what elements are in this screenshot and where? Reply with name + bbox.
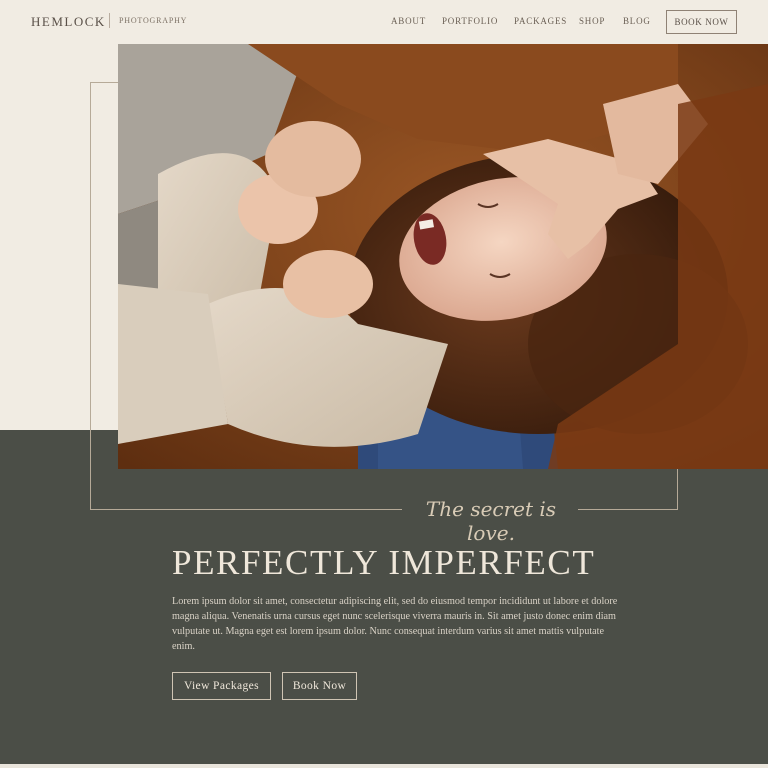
brand-divider [109, 13, 110, 28]
photo-of-parent-and-laughing-child-icon [118, 44, 768, 469]
frame-left-line [90, 82, 91, 510]
frame-top-line [90, 82, 118, 83]
page-title: PERFECTLY IMPERFECT [172, 543, 596, 582]
book-now-button[interactable]: Book Now [282, 672, 357, 700]
book-now-header-button[interactable]: BOOK NOW [666, 10, 737, 34]
nav-portfolio[interactable]: PORTFOLIO [442, 16, 498, 26]
nav-shop[interactable]: SHOP [579, 16, 605, 26]
site-header: HEMLOCK PHOTOGRAPHY ABOUT PORTFOLIO PACK… [0, 0, 768, 44]
view-packages-button[interactable]: View Packages [172, 672, 271, 700]
nav-about[interactable]: ABOUT [391, 16, 426, 26]
nav-packages[interactable]: PACKAGES [514, 16, 567, 26]
nav-blog[interactable]: BLOG [623, 16, 651, 26]
frame-right-line [677, 469, 678, 510]
frame-bottom-left-line [90, 509, 402, 510]
frame-bottom-right-line [578, 509, 678, 510]
section-divider [0, 764, 768, 768]
brand-logo[interactable]: HEMLOCK [31, 14, 106, 30]
script-tagline: The secret is love. [425, 497, 557, 545]
hero-photo [118, 44, 768, 469]
intro-paragraph: Lorem ipsum dolor sit amet, consectetur … [172, 596, 618, 652]
brand-tagline: PHOTOGRAPHY [119, 16, 188, 25]
